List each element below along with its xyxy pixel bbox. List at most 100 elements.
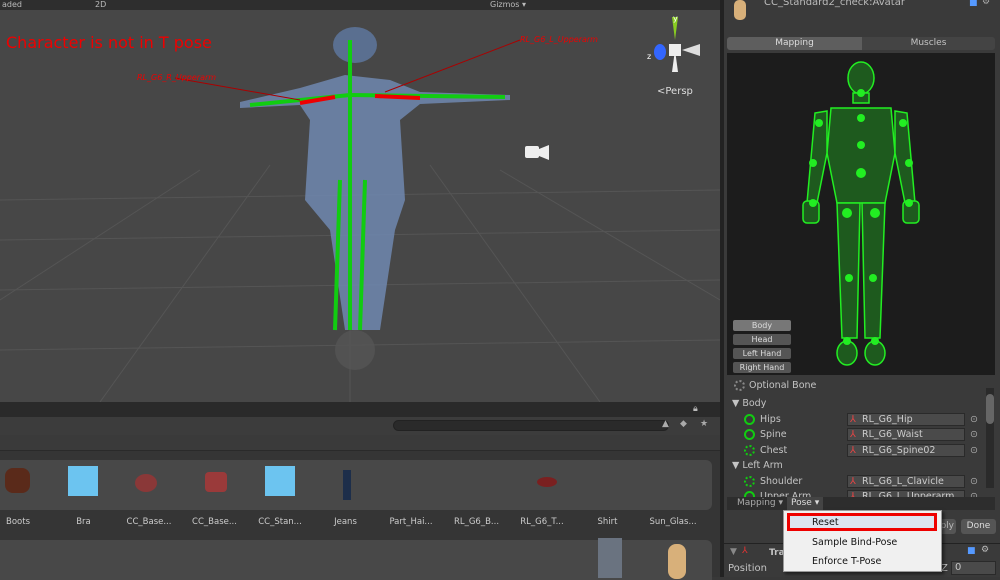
bone-status-icon[interactable] bbox=[744, 444, 755, 456]
project-panel: 🔒︎ ▲ ◆ ★ Boots Bra CC_Base... CC_Base... CC_… bbox=[0, 402, 720, 580]
breadcrumb bbox=[0, 435, 720, 451]
object-picker-icon[interactable]: ⊙ bbox=[970, 427, 978, 442]
scene-grid bbox=[0, 17, 720, 402]
body-button[interactable]: Body bbox=[733, 320, 791, 331]
2d-toggle[interactable]: 2D bbox=[95, 0, 106, 10]
transform-help-icon[interactable]: ■ bbox=[967, 546, 976, 556]
foldout-arrow-icon[interactable]: ▼ bbox=[732, 460, 742, 471]
inspector-title: CC_Standard2_check:Avatar bbox=[764, 0, 905, 8]
shading-dropdown[interactable]: aded bbox=[2, 0, 22, 10]
menu-item-sample-bind-pose[interactable]: Sample Bind-Pose bbox=[812, 537, 897, 548]
bone-transform-value: RL_G6_Waist bbox=[862, 429, 923, 440]
object-picker-icon[interactable]: ⊙ bbox=[970, 474, 978, 489]
optional-bone-legend: Optional Bone bbox=[749, 380, 817, 391]
transform-icon: ⅄ bbox=[850, 475, 856, 487]
bone-name: Spine bbox=[760, 429, 787, 440]
transform-icon: ⅄ bbox=[850, 429, 856, 440]
object-picker-icon[interactable]: ⊙ bbox=[970, 443, 978, 458]
character-mesh bbox=[240, 27, 510, 370]
gizmos-dropdown[interactable]: Gizmos ▾ bbox=[490, 0, 526, 10]
asset-label[interactable]: CC_Base... bbox=[119, 517, 179, 527]
asset-label[interactable]: Shirt bbox=[578, 517, 638, 527]
done-button[interactable]: Done bbox=[961, 519, 996, 534]
position-z-input[interactable]: 0 bbox=[951, 561, 996, 575]
right-hand-button[interactable]: Right Hand bbox=[733, 362, 791, 373]
bone-list-scrollbar[interactable] bbox=[986, 388, 994, 488]
bone-group-header[interactable]: ▼ Body bbox=[732, 396, 1000, 411]
body-diagram[interactable]: Body Head Left Hand Right Hand bbox=[727, 53, 995, 375]
bone-transform-field[interactable]: ⅄ RL_G6_L_Clavicle bbox=[847, 474, 965, 488]
left-hand-button[interactable]: Left Hand bbox=[733, 348, 791, 359]
cc-base-teeth-thumbnail[interactable] bbox=[205, 472, 227, 492]
asset-label[interactable]: Bra bbox=[54, 517, 114, 527]
bone-transform-value: RL_G6_Spine02 bbox=[862, 444, 936, 456]
bone-transform-field[interactable]: ⅄ RL_G6_L_Upperarm bbox=[847, 490, 965, 497]
filter-by-type-icon[interactable]: ▲ bbox=[662, 419, 669, 429]
asset-label[interactable]: RL_G6_B... bbox=[447, 517, 507, 527]
bone-transform-field[interactable]: ⅄ RL_G6_Spine02 bbox=[847, 443, 965, 457]
bone-transform-value: RL_G6_Hip bbox=[862, 413, 913, 425]
bone-status-icon[interactable] bbox=[744, 413, 755, 425]
cc-base-eye-thumbnail[interactable] bbox=[135, 474, 157, 492]
head-button[interactable]: Head bbox=[733, 334, 791, 345]
transform-gear-icon[interactable]: ⚙ bbox=[981, 545, 989, 555]
asset-label[interactable]: CC_Stan... bbox=[250, 517, 310, 527]
asset-label[interactable]: Boots bbox=[0, 517, 48, 527]
bone-name: Chest bbox=[760, 444, 788, 456]
favorite-star-icon[interactable]: ★ bbox=[700, 419, 708, 429]
bone-row: Spine ⅄ RL_G6_Waist ⊙ bbox=[724, 427, 1000, 442]
pose-dropdown-menu: Reset Sample Bind-Pose Enforce T-Pose bbox=[783, 510, 942, 572]
tab-mapping[interactable]: Mapping bbox=[727, 37, 862, 50]
tab-muscles[interactable]: Muscles bbox=[862, 37, 995, 50]
cc-standard-prefab-icon[interactable] bbox=[265, 466, 295, 496]
avatar-icon bbox=[734, 0, 746, 20]
asset-label[interactable]: CC_Base... bbox=[185, 517, 245, 527]
position-z-label: Z bbox=[941, 563, 948, 574]
asset-label[interactable]: Part_Hai... bbox=[381, 517, 441, 527]
bone-transform-field[interactable]: ⅄ RL_G6_Hip bbox=[847, 412, 965, 426]
project-search-input[interactable] bbox=[393, 420, 669, 431]
gear-icon[interactable]: ⚙ bbox=[982, 0, 990, 7]
asset-label[interactable]: Sun_Glas... bbox=[643, 517, 703, 527]
bone-label-right-upperarm: RL_G6_R_Upperarm bbox=[137, 73, 217, 82]
menu-item-reset[interactable]: Reset bbox=[812, 517, 839, 528]
transform-icon: ⅄ bbox=[742, 546, 748, 556]
rl-g6-t-thumbnail[interactable] bbox=[537, 477, 557, 487]
bone-row: Chest ⅄ RL_G6_Spine02 ⊙ bbox=[724, 443, 1000, 458]
bone-row: Shoulder ⅄ RL_G6_L_Clavicle ⊙ bbox=[724, 474, 1000, 489]
bone-name: Shoulder bbox=[760, 475, 803, 487]
asset-label[interactable]: Jeans bbox=[316, 517, 376, 527]
optional-bone-icon bbox=[734, 380, 745, 391]
mapping-menu[interactable]: Mapping ▾ bbox=[737, 498, 783, 508]
asset-label[interactable]: RL_G6_T... bbox=[512, 517, 572, 527]
bone-name: Hips bbox=[760, 413, 781, 425]
axis-z-label: z bbox=[647, 52, 652, 61]
bone-status-icon[interactable] bbox=[744, 429, 755, 440]
scene-toolbar: aded 2D Gizmos ▾ bbox=[0, 0, 720, 10]
bone-group-header[interactable]: ▼ Left Arm bbox=[732, 458, 1000, 473]
bone-transform-field[interactable]: ⅄ RL_G6_Waist bbox=[847, 428, 965, 441]
help-icon[interactable]: ■ bbox=[969, 0, 978, 8]
object-picker-icon[interactable]: ⊙ bbox=[970, 412, 978, 427]
bone-status-icon[interactable] bbox=[744, 475, 755, 487]
transform-icon: ⅄ bbox=[850, 413, 856, 425]
boots-thumbnail[interactable] bbox=[5, 468, 30, 493]
foldout-arrow-icon[interactable]: ▼ bbox=[732, 398, 742, 409]
group-label: Body bbox=[742, 398, 767, 409]
scene-view[interactable]: aded 2D Gizmos ▾ y z Character is not in… bbox=[0, 0, 720, 402]
bottom-menu-bar: Mapping ▾ Pose ▾ bbox=[727, 497, 995, 510]
lock-icon[interactable]: 🔒︎ bbox=[693, 404, 698, 414]
object-picker-icon[interactable]: ⊙ bbox=[970, 489, 978, 497]
bone-transform-value: RL_G6_L_Clavicle bbox=[862, 475, 944, 487]
jeans-thumbnail[interactable] bbox=[343, 470, 351, 500]
group-label: Left Arm bbox=[742, 460, 783, 471]
menu-item-enforce-t-pose[interactable]: Enforce T-Pose bbox=[812, 556, 881, 567]
avatar-mannequin-icon[interactable] bbox=[668, 544, 686, 579]
panel-header: 🔒︎ bbox=[0, 402, 720, 417]
transform-foldout-arrow[interactable]: ▼ bbox=[730, 547, 737, 557]
pose-menu[interactable]: Pose ▾ bbox=[787, 497, 824, 510]
bra-prefab-icon[interactable] bbox=[68, 466, 98, 496]
animation-clip-icon[interactable] bbox=[598, 538, 622, 578]
filter-by-label-icon[interactable]: ◆ bbox=[680, 419, 687, 429]
perspective-toggle[interactable]: <Persp bbox=[657, 86, 693, 97]
